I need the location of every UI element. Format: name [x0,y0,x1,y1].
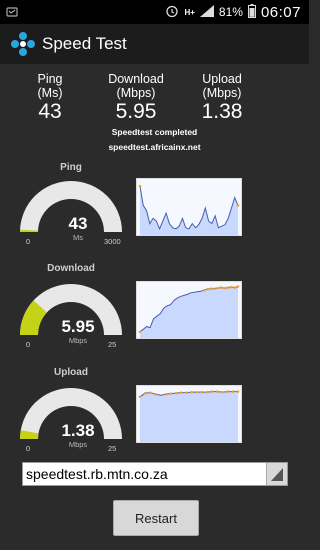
server-input[interactable] [23,463,263,485]
upload-graph-point [154,392,157,396]
upload-gauge-value: 1.38 [61,421,95,440]
ping-summary: Ping (Ms) 43 [22,72,78,124]
upload-graph-point [231,390,235,393]
signal-icon [199,4,214,20]
summary-stats: Ping (Ms) 43 Download (Mbps) 5.95 Upload… [0,72,309,124]
upload-graph-point [174,391,178,395]
download-graph-point [213,287,216,290]
download-gauge-max: 25 [108,340,117,349]
download-graph-svg [138,285,240,338]
download-graph-point [219,286,223,289]
upload-graph-point [236,390,240,393]
upload-gauge-max: 25 [108,444,117,453]
upload-summary: Upload (Mbps) 1.38 [192,72,252,124]
ping-graph-svg [138,184,240,235]
server-name: speedtest.africainx.net [108,142,201,152]
download-value: 5.95 [115,100,157,123]
upload-section-title: Upload [54,367,88,378]
upload-graph-point [205,390,209,394]
upload-value: 1.38 [201,100,243,123]
download-graph-point [138,330,142,334]
server-selector[interactable] [22,462,288,486]
battery-text: 81% [218,5,243,19]
dropdown-arrow-icon[interactable] [266,463,287,485]
upload-unit-label: (Mbps) [202,86,242,100]
notification-icon [6,5,18,23]
download-history-graph [136,281,242,339]
download-graph-point [223,286,226,290]
download-gauge: 5.95 Mbps 0 25 [18,279,138,349]
app-logo-icon [10,31,36,57]
ping-graph-point [138,184,142,188]
upload-gauge-unit: Mbps [68,440,88,449]
upload-label: Upload [202,72,242,86]
ping-gauge: 43 Ms 0 3000 [18,176,138,246]
ping-graph-area [140,186,238,235]
ping-graph-point [236,204,240,207]
ping-history-graph [136,178,242,236]
download-gauge-unit: Mbps [68,336,88,345]
upload-history-graph [136,385,242,443]
ping-section-title: Ping [60,162,82,173]
download-graph-point [206,287,209,291]
download-graph-point [202,288,206,292]
download-graph-point [216,286,220,290]
upload-graph-point [149,391,152,394]
upload-graph-point [179,391,183,394]
upload-graph-point [210,390,214,393]
upload-graph-svg [138,390,240,442]
upload-graph-point [216,390,219,393]
download-unit-label: (Mbps) [116,86,156,100]
alarm-icon [165,4,179,21]
upload-graph-point [190,390,193,394]
upload-graph-point [200,390,204,394]
upload-gauge-min: 0 [26,444,31,453]
ping-gauge-max: 3000 [104,237,121,246]
status-message: Speedtest completed [111,127,198,137]
download-gauge-value: 5.95 [61,317,95,336]
upload-graph-point [226,390,229,393]
upload-graph-point [221,390,224,394]
ping-value: 43 [38,100,62,123]
download-gauge-min: 0 [26,340,31,349]
network-type: H+ [184,7,195,17]
upload-graph-point [185,391,188,394]
upload-gauge: 1.38 Mbps 0 25 [18,383,138,453]
upload-graph-point [138,395,142,399]
download-graph-point [226,286,230,289]
download-label: Download [108,72,164,86]
clock: 06:07 [260,3,301,21]
ping-gauge-min: 0 [26,237,31,246]
ping-label: Ping [37,72,63,86]
app-title: Speed Test [42,34,127,53]
status-bar: H+ 81% 06:07 [0,0,309,24]
upload-graph-point [195,390,199,394]
app-bar: Speed Test [0,24,309,64]
download-graph-area [140,286,238,338]
download-summary: Download (Mbps) 5.95 [100,72,172,124]
upload-graph-point [164,392,168,396]
download-section-title: Download [47,263,95,274]
ping-unit-label: (Ms) [37,86,63,100]
restart-button[interactable]: Restart [113,500,199,536]
upload-graph-area [140,391,238,442]
battery-icon [247,3,256,21]
download-graph-point [209,287,213,290]
download-graph-point [236,285,240,288]
ping-gauge-value: 43 [68,214,88,233]
upload-graph-point [143,391,147,395]
download-graph-point [229,285,233,289]
download-graph-point [233,286,236,289]
upload-graph-point [169,392,173,395]
